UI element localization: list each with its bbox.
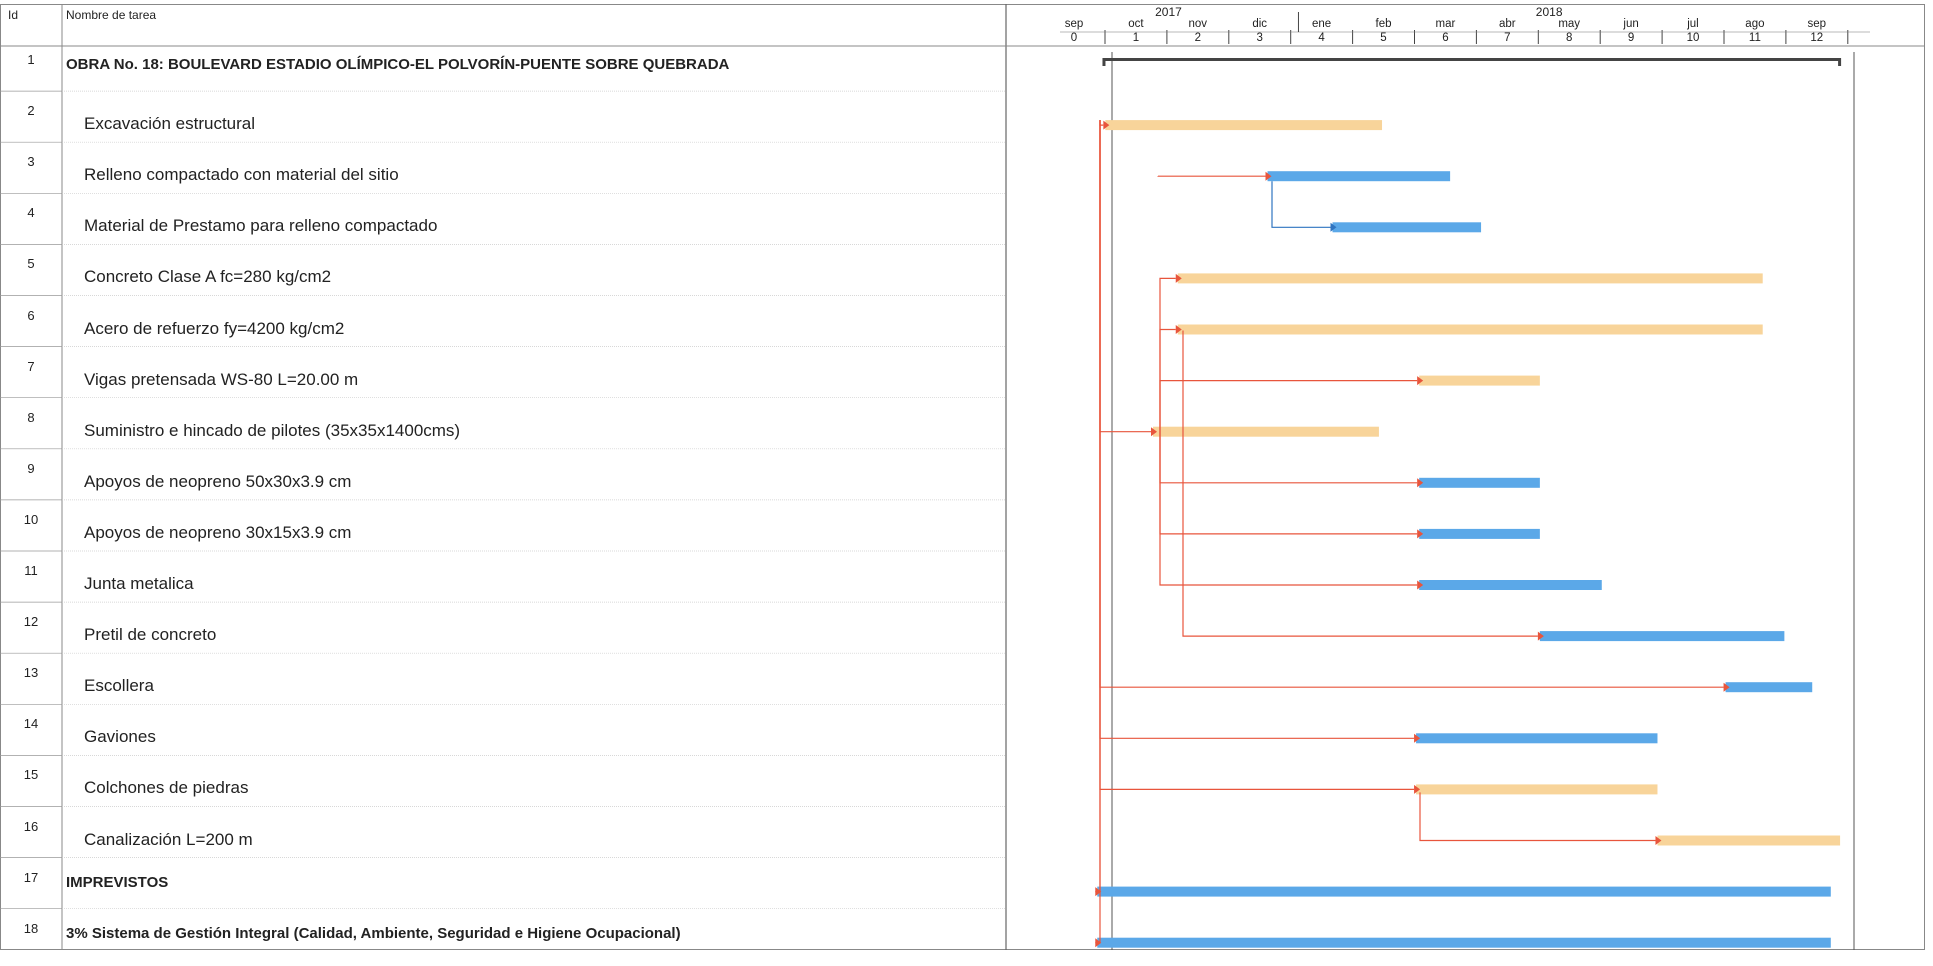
month-label: ene (1312, 18, 1331, 30)
task-bar (1657, 836, 1840, 846)
month-index-label: 12 (1810, 32, 1823, 44)
dependency-link (1160, 431, 1417, 585)
dependency-link (1272, 181, 1331, 227)
month-label: feb (1376, 18, 1392, 30)
month-index-label: 11 (1749, 32, 1761, 44)
frame (1, 5, 1925, 950)
month-index-label: 2 (1195, 32, 1201, 44)
month-index-label: 7 (1504, 32, 1510, 44)
dependency-link (1095, 120, 1100, 892)
month-label: nov (1189, 18, 1208, 30)
dependency-link (1160, 278, 1176, 430)
task-bar (1419, 478, 1540, 488)
month-index-label: 9 (1628, 32, 1634, 44)
year-label: 2017 (1155, 5, 1182, 19)
task-bar (1726, 682, 1813, 692)
dependency-link (1095, 120, 1100, 943)
dependency-link (1160, 381, 1417, 431)
month-index-label: 0 (1071, 32, 1077, 44)
task-bar (1153, 427, 1379, 437)
task-bar (1419, 376, 1540, 386)
month-label: may (1558, 18, 1580, 30)
month-index-label: 8 (1566, 32, 1572, 44)
month-label: oct (1128, 18, 1144, 30)
task-bar (1178, 325, 1763, 335)
month-label: sep (1065, 18, 1084, 30)
task-bar (1105, 120, 1382, 130)
task-bar (1268, 171, 1451, 181)
task-bar (1178, 273, 1763, 283)
task-bar (1416, 733, 1657, 743)
task-bar (1416, 784, 1657, 794)
dependency-link (1100, 120, 1414, 789)
dependency-link (1160, 431, 1417, 483)
month-label: sep (1808, 18, 1827, 30)
gantt-chart: sep 0 oct 1 nov 2 dic 3 ene 4 feb 5 mar 6 abr 7 may 8 jun 9… (0, 0, 1933, 950)
month-index-label: 6 (1442, 32, 1448, 44)
gantt-page: Id Nombre de tarea 1OBRA No. 18: BOULEVA… (0, 0, 1933, 950)
dependency-link (1100, 120, 1724, 687)
month-index-label: 4 (1318, 32, 1325, 44)
summary-bar-end-cap (1838, 58, 1841, 66)
month-label: dic (1252, 18, 1267, 30)
year-label: 2018 (1536, 5, 1563, 19)
month-label: abr (1499, 18, 1516, 30)
task-bar (1097, 938, 1831, 948)
dependency-link (1420, 792, 1655, 840)
month-index-label: 3 (1256, 32, 1262, 44)
summary-bar-start-cap (1102, 58, 1105, 66)
task-bar (1333, 222, 1482, 232)
dependency-link (1100, 120, 1151, 432)
month-index-label: 1 (1133, 32, 1139, 44)
task-bar (1419, 580, 1602, 590)
month-index-label: 5 (1380, 32, 1386, 44)
month-label: ago (1745, 18, 1764, 30)
month-label: mar (1435, 18, 1455, 30)
task-bar (1419, 529, 1540, 539)
task-bar (1540, 631, 1785, 641)
task-bar (1097, 887, 1831, 897)
summary-bar (1103, 58, 1840, 61)
month-label: jul (1686, 18, 1699, 30)
month-index-label: 10 (1687, 32, 1700, 44)
month-label: jun (1622, 18, 1638, 30)
